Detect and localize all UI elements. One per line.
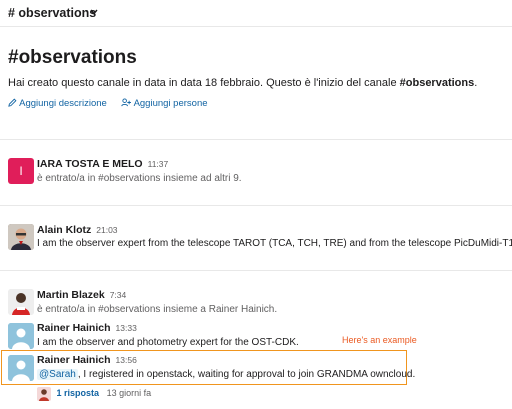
channel-name-button[interactable]: # observations	[8, 6, 96, 20]
divider	[0, 205, 512, 206]
message-text: I am the observer expert from the telesc…	[37, 238, 512, 249]
avatar[interactable]	[8, 355, 34, 381]
message-text: è entrato/a in #observations insieme a R…	[37, 304, 278, 315]
pencil-icon	[8, 98, 17, 107]
avatar	[37, 387, 51, 401]
add-person-icon	[121, 98, 132, 107]
user-name[interactable]: IARA TOSTA E MELO	[37, 158, 143, 170]
divider	[0, 139, 512, 140]
timestamp[interactable]: 7:34	[110, 290, 127, 300]
avatar[interactable]	[8, 224, 34, 250]
divider	[0, 270, 512, 271]
user-name[interactable]: Martin Blazek	[37, 289, 105, 301]
timestamp[interactable]: 21:03	[96, 225, 117, 235]
message-text: @Sarah, I registered in openstack, waiti…	[37, 369, 416, 380]
user-name[interactable]: Rainer Hainich	[37, 354, 111, 366]
user-name[interactable]: Alain Klotz	[37, 224, 91, 236]
message-text: I am the observer and photometry expert …	[37, 337, 299, 348]
message-text: è entrato/a in #observations insieme ad …	[37, 173, 242, 184]
channel-header: # observations	[0, 0, 512, 27]
intro-actions: Aggiungi descrizione Aggiungi persone	[8, 98, 220, 109]
timestamp[interactable]: 13:56	[116, 355, 137, 365]
avatar[interactable]	[8, 323, 34, 349]
channel-mention: #observations	[399, 77, 475, 89]
thread-replies[interactable]: 1 risposta 13 giorni fa	[37, 387, 151, 401]
avatar[interactable]	[8, 289, 34, 315]
user-name[interactable]: Rainer Hainich	[37, 322, 111, 334]
channel-intro-text: Hai creato questo canale in data in data…	[8, 77, 478, 89]
add-people-link[interactable]: Aggiungi persone	[121, 98, 208, 109]
channel-intro-title: #observations	[8, 47, 137, 68]
add-description-link[interactable]: Aggiungi descrizione	[8, 98, 109, 109]
last-reply-time: 13 giorni fa	[106, 388, 152, 399]
user-mention[interactable]: @Sarah	[37, 369, 78, 380]
annotation-label: Here's an example	[342, 335, 417, 345]
reply-count-link[interactable]: 1 risposta	[57, 388, 100, 398]
chevron-down-icon[interactable]	[90, 7, 98, 17]
avatar[interactable]: I	[8, 158, 34, 184]
timestamp[interactable]: 13:33	[116, 323, 137, 333]
timestamp[interactable]: 11:37	[148, 159, 169, 169]
